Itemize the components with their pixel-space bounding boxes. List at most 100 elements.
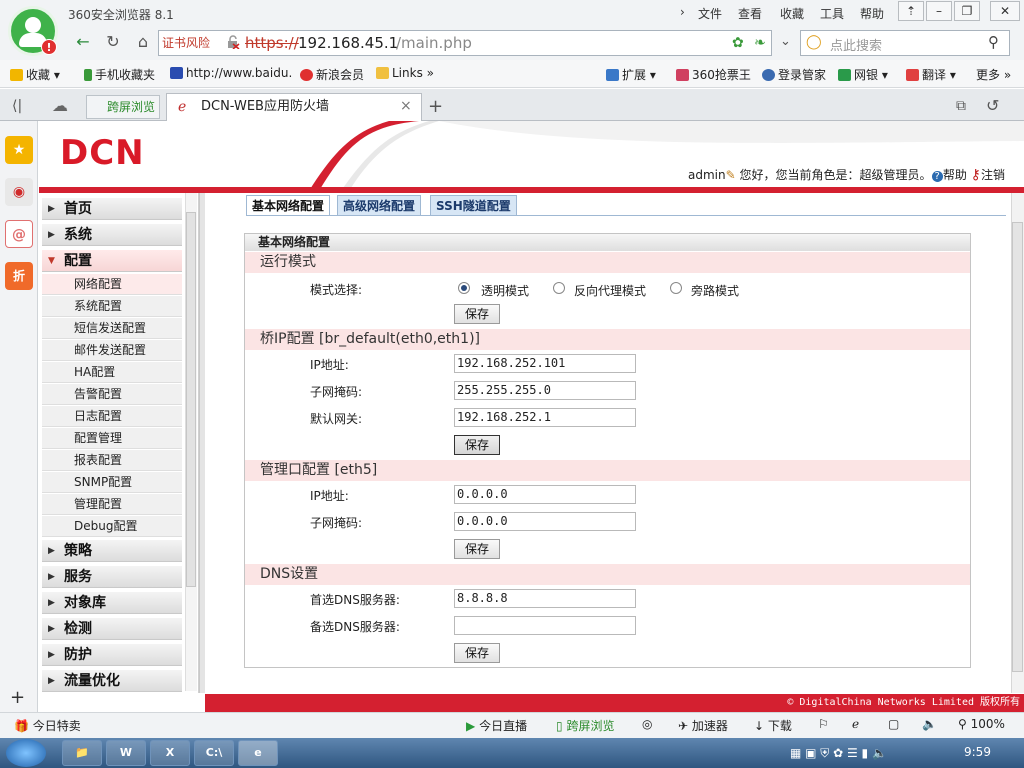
toolbar-login-manager[interactable]: 登录管家 <box>762 66 826 83</box>
tab-cross-screen[interactable]: 跨屏浏览 <box>86 95 160 119</box>
status-live[interactable]: ▶ 今日直播 <box>466 717 527 734</box>
menu-chevron-icon[interactable]: › <box>680 5 685 19</box>
weibo-icon[interactable]: ◉ <box>5 178 33 206</box>
bookmark-mobile[interactable]: 手机收藏夹 <box>84 66 155 83</box>
mail-icon[interactable]: @ <box>5 220 33 248</box>
radio-bypass[interactable] <box>670 282 682 294</box>
dropdown-chevron-icon[interactable]: ⌄ <box>780 34 791 49</box>
menu-favorites[interactable]: 收藏 <box>780 5 804 22</box>
nav-sub-mail[interactable]: 邮件发送配置 <box>42 340 182 361</box>
nav-object-library[interactable]: ▶ 对象库 <box>42 592 182 614</box>
cloud-icon[interactable]: ☁ <box>52 96 68 115</box>
save-mode-button[interactable]: 保存 <box>454 304 500 324</box>
nav-sub-ha[interactable]: HA配置 <box>42 362 182 383</box>
tray-icons[interactable]: ▦ ▣ ⛨ ✿ ☰ ▮ 🔈 <box>790 746 887 761</box>
certificate-warning[interactable]: 证书风险 <box>162 33 224 53</box>
status-sound-icon[interactable]: 🔈 <box>922 717 937 731</box>
search-engine-icon[interactable]: ◯ <box>806 34 822 50</box>
bridge-gateway-input[interactable]: 192.168.252.1 <box>454 408 636 427</box>
nav-sub-system[interactable]: 系统配置 <box>42 296 182 317</box>
bookmark-links[interactable]: Links » <box>376 66 434 80</box>
nav-home[interactable]: ▶ 首页 <box>42 198 182 220</box>
status-deals[interactable]: 🎁 今日特卖 <box>14 717 81 734</box>
tab-scroll-left-icon[interactable]: ⟨| <box>12 98 22 114</box>
tab-ssh-tunnel[interactable]: SSH隧道配置 <box>430 195 517 216</box>
nav-sub-log[interactable]: 日志配置 <box>42 406 182 427</box>
undo-icon[interactable]: ↺ <box>986 96 999 115</box>
save-mgmt-button[interactable]: 保存 <box>454 539 500 559</box>
tab-advanced-network[interactable]: 高级网络配置 <box>337 195 422 216</box>
explorer-icon[interactable]: 📁 <box>62 740 102 766</box>
help-link[interactable]: 帮助 <box>943 168 967 182</box>
nav-traffic-optimization[interactable]: ▶ 流量优化 <box>42 670 182 692</box>
nav-sub-alarm[interactable]: 告警配置 <box>42 384 182 405</box>
close-button[interactable]: ✕ <box>990 1 1020 21</box>
nav-sub-debug[interactable]: Debug配置 <box>42 516 182 537</box>
status-accelerator[interactable]: ✈ 加速器 <box>678 717 728 734</box>
toolbar-extensions[interactable]: 扩展 ▾ <box>606 66 656 83</box>
nav-sub-report[interactable]: 报表配置 <box>42 450 182 471</box>
search-icon[interactable]: ⚲ <box>988 33 999 51</box>
back-button[interactable]: ← <box>72 30 94 54</box>
tab-close-icon[interactable]: × <box>400 98 412 114</box>
nav-sub-network[interactable]: 网络配置 <box>42 274 182 295</box>
favorites-star-icon[interactable]: ★ <box>5 136 33 164</box>
speed-icon[interactable]: ✿ <box>732 35 744 51</box>
menu-file[interactable]: 文件 <box>698 5 722 22</box>
radio-transparent[interactable] <box>458 282 470 294</box>
nav-system[interactable]: ▶ 系统 <box>42 224 182 246</box>
dns-primary-input[interactable]: 8.8.8.8 <box>454 589 636 608</box>
excel-icon[interactable]: X <box>150 740 190 766</box>
leaf-icon[interactable]: ❧ <box>754 35 766 51</box>
mgmt-ip-input[interactable]: 0.0.0.0 <box>454 485 636 504</box>
status-download[interactable]: ↓ 下载 <box>754 717 792 734</box>
nav-service[interactable]: ▶ 服务 <box>42 566 182 588</box>
clock[interactable]: 9:59 <box>964 745 991 759</box>
save-bridge-button[interactable]: 保存 <box>454 435 500 455</box>
nav-policy[interactable]: ▶ 策略 <box>42 540 182 562</box>
mgmt-mask-input[interactable]: 0.0.0.0 <box>454 512 636 531</box>
status-cross-screen[interactable]: ▯ 跨屏浏览 <box>556 717 614 734</box>
toolbar-translate[interactable]: 翻译 ▾ <box>906 66 956 83</box>
restore-tabs-icon[interactable]: ⧉ <box>956 98 966 114</box>
nav-sub-snmp[interactable]: SNMP配置 <box>42 472 182 493</box>
nav-config[interactable]: ▼ 配置 <box>42 250 182 272</box>
home-button[interactable]: ⌂ <box>132 30 154 54</box>
logout-link[interactable]: 注销 <box>981 168 1005 182</box>
toolbar-ticket[interactable]: 360抢票王 <box>676 66 751 83</box>
refresh-button[interactable]: ↻ <box>102 30 124 54</box>
pin-icon[interactable]: ⇡ <box>898 1 924 21</box>
bridge-ip-input[interactable]: 192.168.252.101 <box>454 354 636 373</box>
new-tab-icon[interactable]: + <box>428 96 443 117</box>
bookmark-baidu[interactable]: http://www.baidu. <box>170 66 292 80</box>
bookmark-sina[interactable]: 新浪会员 <box>300 66 364 83</box>
radio-reverse-proxy[interactable] <box>553 282 565 294</box>
browser-taskbar-icon[interactable]: e <box>238 740 278 766</box>
status-spin-icon[interactable]: ◎ <box>642 717 652 731</box>
nav-scrollbar-thumb[interactable] <box>186 212 196 587</box>
status-ie-icon[interactable]: ℯ <box>852 717 859 731</box>
browser-logo-icon[interactable]: ! <box>8 6 58 56</box>
key-icon[interactable]: ⚷ <box>971 167 981 183</box>
toolbar-bank[interactable]: 网银 ▾ <box>838 66 888 83</box>
menu-help[interactable]: 帮助 <box>860 5 884 22</box>
status-zoom[interactable]: ⚲ 100% <box>958 717 1005 731</box>
radio-bypass-label[interactable]: 旁路模式 <box>691 282 739 299</box>
nav-detection[interactable]: ▶ 检测 <box>42 618 182 640</box>
minimize-button[interactable]: – <box>926 1 952 21</box>
status-flag-icon[interactable]: ⚐ <box>818 717 829 731</box>
status-window-icon[interactable]: ▢ <box>888 717 899 731</box>
nav-sub-management[interactable]: 管理配置 <box>42 494 182 515</box>
toolbar-more[interactable]: 更多 » <box>976 66 1011 83</box>
nav-protection[interactable]: ▶ 防护 <box>42 644 182 666</box>
menu-tools[interactable]: 工具 <box>820 5 844 22</box>
tab-basic-network[interactable]: 基本网络配置 <box>246 195 331 216</box>
nav-sub-config-mgmt[interactable]: 配置管理 <box>42 428 182 449</box>
tab-active[interactable]: DCN-WEB应用防火墙 <box>166 93 422 121</box>
bridge-mask-input[interactable]: 255.255.255.0 <box>454 381 636 400</box>
maximize-button[interactable]: ❐ <box>954 1 980 21</box>
radio-reverse-proxy-label[interactable]: 反向代理模式 <box>574 282 646 299</box>
save-dns-button[interactable]: 保存 <box>454 643 500 663</box>
cmd-icon[interactable]: C:\ <box>194 740 234 766</box>
help-icon[interactable]: ? <box>931 171 943 182</box>
